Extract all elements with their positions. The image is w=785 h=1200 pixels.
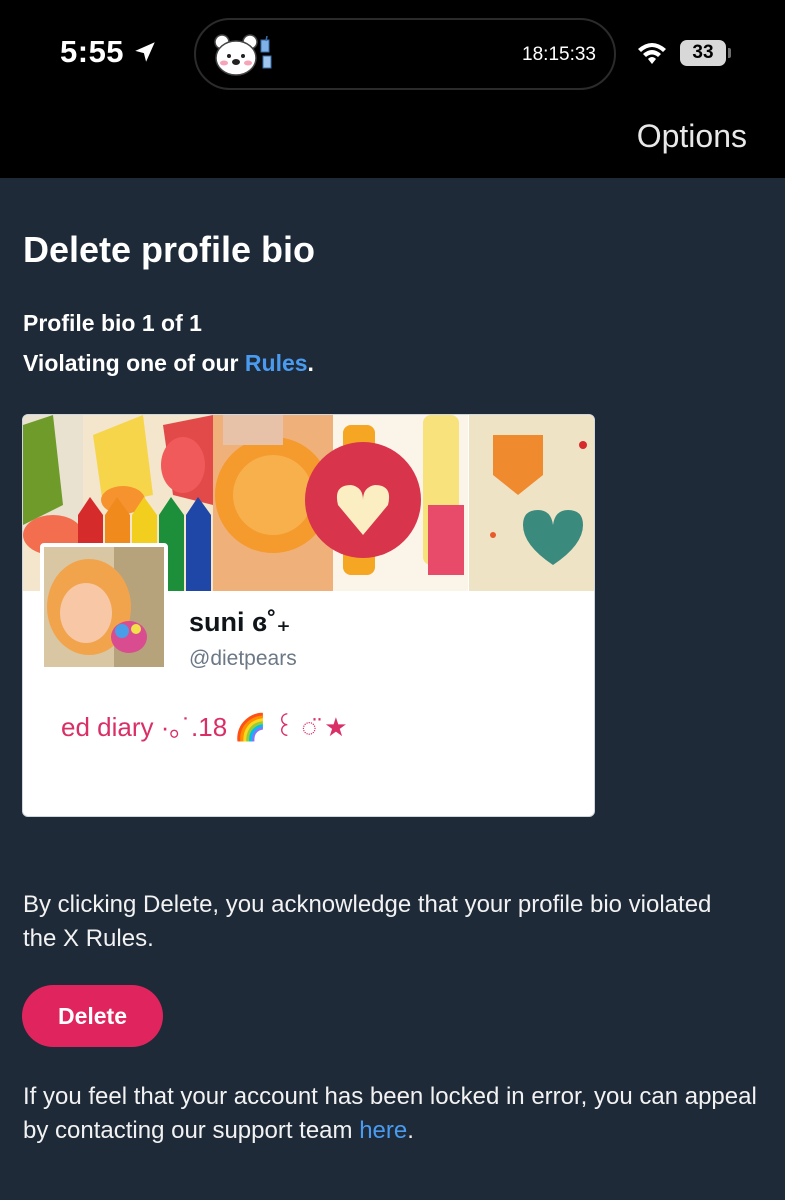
delete-button[interactable]: Delete bbox=[22, 985, 163, 1047]
violation-suffix: . bbox=[307, 350, 314, 376]
appeal-suffix: . bbox=[407, 1117, 414, 1144]
options-button[interactable]: Options bbox=[637, 118, 747, 155]
profile-preview-card: suni ɞ˚₊ @dietpears ed diary ·｡˙.18 🌈 ꒰ … bbox=[22, 414, 595, 817]
location-arrow-icon bbox=[135, 42, 155, 62]
battery-tip bbox=[728, 48, 731, 58]
rules-link[interactable]: Rules bbox=[245, 350, 308, 376]
appeal-text: If you feel that your account has been l… bbox=[23, 1080, 763, 1148]
status-time: 5:55 bbox=[60, 34, 125, 69]
user-handle: @dietpears bbox=[189, 647, 297, 670]
battery-icon: 33 bbox=[680, 40, 731, 66]
profile-bio-text: ed diary ·｡˙.18 🌈 ꒰ ◌̈ ★ bbox=[61, 712, 348, 742]
display-name: suni ɞ˚₊ bbox=[189, 607, 291, 637]
page-title: Delete profile bio bbox=[23, 229, 316, 270]
support-link[interactable]: here bbox=[359, 1117, 407, 1144]
dynamic-island[interactable]: 18:15:33 bbox=[194, 18, 616, 90]
battery-level: 33 bbox=[680, 40, 726, 66]
avatar-image bbox=[44, 547, 164, 667]
bear-sticker-icon bbox=[214, 34, 258, 76]
violation-text: Violating one of our Rules. bbox=[23, 350, 314, 377]
top-bar: 5:55 18:15:33 33 Options bbox=[0, 0, 785, 178]
avatar bbox=[40, 543, 168, 671]
bio-count: Profile bio 1 of 1 bbox=[23, 310, 202, 336]
island-clock: 18:15:33 bbox=[522, 44, 596, 65]
acknowledge-text: By clicking Delete, you acknowledge that… bbox=[23, 891, 712, 952]
violation-prefix: Violating one of our bbox=[23, 350, 245, 376]
wifi-icon bbox=[638, 43, 666, 64]
drink-sticker-icon bbox=[260, 36, 272, 69]
